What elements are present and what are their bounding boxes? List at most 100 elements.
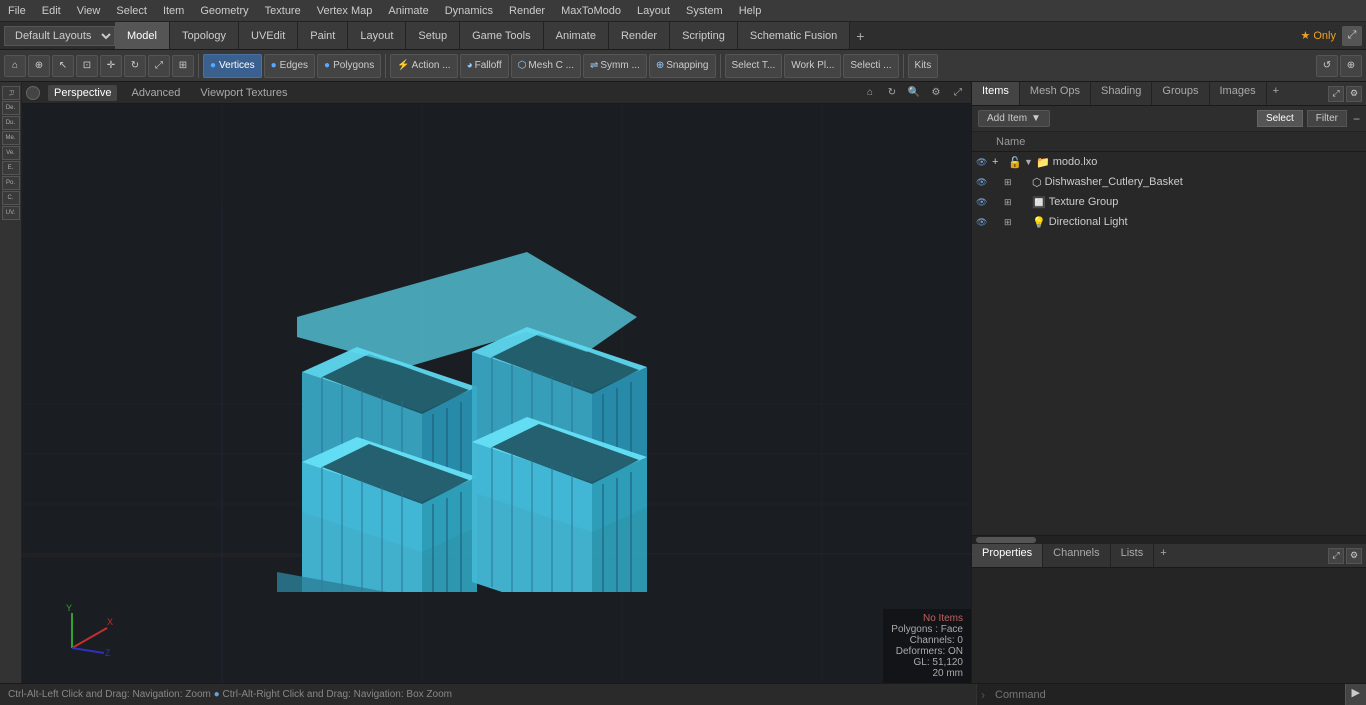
viewport-nav-expand-icon[interactable]: ⤢ [949, 84, 967, 102]
layout-tab-model[interactable]: Model [115, 22, 170, 49]
toolbar-scale-icon[interactable]: ⤢ [148, 55, 170, 77]
sidebar-btn-5[interactable]: Ve. [2, 146, 20, 160]
right-tab-groups[interactable]: Groups [1152, 82, 1209, 105]
tree-eye-light[interactable]: 👁 [976, 217, 992, 228]
right-panel-expand-icon[interactable]: ⤢ [1328, 86, 1344, 102]
tree-icon-lock[interactable]: 🔓 [1008, 156, 1024, 169]
command-input[interactable] [989, 689, 1345, 701]
menu-edit[interactable]: Edit [34, 3, 69, 19]
viewport-canvas[interactable]: X Y Z No Items Polygons : Face Channels:… [22, 104, 971, 683]
layout-tab-paint[interactable]: Paint [298, 22, 348, 49]
menu-layout[interactable]: Layout [629, 3, 678, 19]
layout-tab-setup[interactable]: Setup [406, 22, 460, 49]
layout-add-tab-button[interactable]: + [850, 26, 870, 46]
sidebar-btn-3[interactable]: Du. [2, 116, 20, 130]
tree-eye-root[interactable]: 👁 [976, 157, 992, 168]
toolbar-cursor-icon[interactable]: ↖ [52, 55, 74, 77]
layout-tab-scripting[interactable]: Scripting [670, 22, 738, 49]
menu-select[interactable]: Select [108, 3, 155, 19]
toolbar-falloff-button[interactable]: ◕ Falloff [460, 54, 509, 78]
toolbar-vertices-button[interactable]: ● Vertices [203, 54, 262, 78]
toolbar-work-plane-button[interactable]: Work Pl... [784, 54, 841, 78]
lr-settings-icon[interactable]: ⚙ [1346, 548, 1362, 564]
lr-tab-add-button[interactable]: + [1154, 544, 1172, 567]
tree-expand-arrow[interactable]: ▼ [1024, 157, 1036, 167]
sidebar-btn-2[interactable]: De. [2, 101, 20, 115]
layout-tab-uvedit[interactable]: UVEdit [239, 22, 298, 49]
tree-item-light[interactable]: 👁 ⊞ 💡 Directional Light [972, 212, 1366, 232]
viewport-nav-settings-icon[interactable]: ⚙ [927, 84, 945, 102]
add-item-button[interactable]: Add Item ▼ [978, 110, 1050, 127]
tree-item-root[interactable]: 👁 + 🔓 ▼ 📁 modo.lxo [972, 152, 1366, 172]
viewport-nav-home-icon[interactable]: ⌂ [861, 84, 879, 102]
lr-tab-lists[interactable]: Lists [1111, 544, 1155, 567]
viewport-nav-orbit-icon[interactable]: ↻ [883, 84, 901, 102]
toolbar-kits-button[interactable]: Kits [908, 54, 939, 78]
toolbar-fullscreen-icon[interactable]: ↺ [1316, 55, 1338, 77]
lr-tab-properties[interactable]: Properties [972, 544, 1043, 567]
sidebar-btn-4[interactable]: Me. [2, 131, 20, 145]
toolbar-home-icon[interactable]: ⌂ [4, 55, 26, 77]
viewport-tab-advanced[interactable]: Advanced [125, 85, 186, 101]
toolbar-select-icon[interactable]: ⊡ [76, 55, 98, 77]
tree-item-mesh[interactable]: 👁 ⊞ ⬡ Dishwasher_Cutlery_Basket [972, 172, 1366, 192]
sidebar-btn-8[interactable]: C. [2, 191, 20, 205]
toolbar-selecti-button[interactable]: Selecti ... [843, 54, 898, 78]
lr-tab-channels[interactable]: Channels [1043, 544, 1110, 567]
menu-file[interactable]: File [0, 3, 34, 19]
viewport-nav-zoom-icon[interactable]: 🔍 [905, 84, 923, 102]
layout-tab-render[interactable]: Render [609, 22, 670, 49]
menu-item[interactable]: Item [155, 3, 192, 19]
layout-dropdown[interactable]: Default Layouts [4, 26, 115, 46]
right-tab-mesh-ops[interactable]: Mesh Ops [1020, 82, 1091, 105]
toolbar-select-tools-button[interactable]: Select T... [725, 54, 783, 78]
command-run-button[interactable]: ▶ [1345, 684, 1366, 705]
items-minus-button[interactable]: − [1353, 112, 1360, 126]
tree-icon-add[interactable]: + [992, 156, 1008, 168]
items-filter-button[interactable]: Filter [1307, 110, 1347, 127]
menu-help[interactable]: Help [731, 3, 770, 19]
menu-texture[interactable]: Texture [257, 3, 309, 19]
menu-view[interactable]: View [69, 3, 109, 19]
right-tab-images[interactable]: Images [1210, 82, 1267, 105]
command-area[interactable]: › ▶ [976, 684, 1366, 705]
toolbar-transform-icon[interactable]: ⊞ [172, 55, 194, 77]
layout-expand-button[interactable]: ⤢ [1342, 26, 1362, 46]
layout-tab-schematic[interactable]: Schematic Fusion [738, 22, 850, 49]
viewport-tab-perspective[interactable]: Perspective [48, 85, 117, 101]
toolbar-mesh-button[interactable]: ⬡ Mesh C ... [511, 54, 581, 78]
toolbar-edges-button[interactable]: ● Edges [264, 54, 315, 78]
toolbar-add-icon[interactable]: ⊕ [1340, 55, 1362, 77]
right-tab-shading[interactable]: Shading [1091, 82, 1152, 105]
sidebar-btn-1[interactable]: Fi. [2, 86, 20, 100]
items-tree[interactable]: 👁 + 🔓 ▼ 📁 modo.lxo 👁 ⊞ ⬡ Dishwasher_Cutl… [972, 152, 1366, 535]
menu-geometry[interactable]: Geometry [192, 3, 256, 19]
tree-eye-mesh[interactable]: 👁 [976, 177, 992, 188]
layout-tab-gametools[interactable]: Game Tools [460, 22, 544, 49]
toolbar-action-button[interactable]: ⚡ Action ... [390, 54, 457, 78]
toolbar-move-icon[interactable]: ✛ [100, 55, 122, 77]
viewport[interactable]: Perspective Advanced Viewport Textures ⌂… [22, 82, 971, 683]
menu-system[interactable]: System [678, 3, 731, 19]
right-tab-items[interactable]: Items [972, 82, 1020, 105]
toolbar-snapping-button[interactable]: ⊕ Snapping [649, 54, 716, 78]
menu-animate[interactable]: Animate [380, 3, 436, 19]
toolbar-polygons-button[interactable]: ● Polygons [317, 54, 381, 78]
tree-item-texture[interactable]: 👁 ⊞ 🔲 Texture Group [972, 192, 1366, 212]
sidebar-btn-9[interactable]: UV. [2, 206, 20, 220]
layout-tab-topology[interactable]: Topology [170, 22, 239, 49]
sidebar-btn-7[interactable]: Po. [2, 176, 20, 190]
menu-dynamics[interactable]: Dynamics [437, 3, 501, 19]
toolbar-symm-button[interactable]: ⇌ Symm ... [583, 54, 647, 78]
toolbar-globe-icon[interactable]: ⊕ [28, 55, 50, 77]
lr-expand-icon[interactable]: ⤢ [1328, 548, 1344, 564]
right-tab-add-button[interactable]: + [1267, 82, 1285, 105]
items-select-button[interactable]: Select [1257, 110, 1303, 127]
menu-vertex-map[interactable]: Vertex Map [309, 3, 381, 19]
menu-maxtomodo[interactable]: MaxToModo [553, 3, 629, 19]
layout-tab-layout[interactable]: Layout [348, 22, 406, 49]
tree-eye-texture[interactable]: 👁 [976, 197, 992, 208]
items-tree-scrollbar[interactable] [972, 535, 1366, 543]
viewport-tab-textures[interactable]: Viewport Textures [194, 85, 293, 101]
menu-render[interactable]: Render [501, 3, 553, 19]
